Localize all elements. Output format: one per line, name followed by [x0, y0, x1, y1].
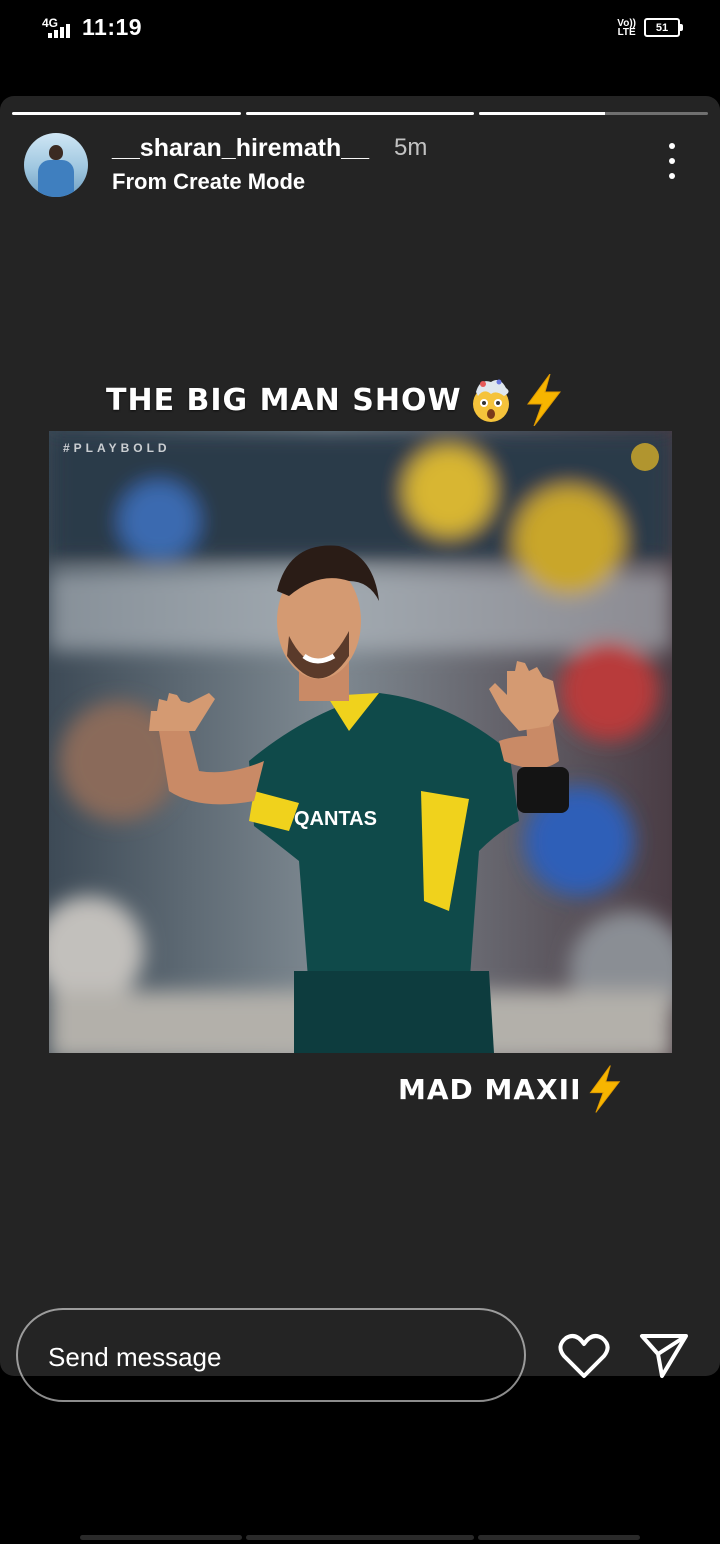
progress-segment	[479, 112, 709, 115]
cricketer-photo: QANTAS	[49, 431, 672, 1053]
story-progress	[12, 112, 709, 115]
caption-text: MAD MAXII	[398, 1072, 582, 1106]
signal-icon: 4G	[42, 15, 76, 41]
status-left: 4G 11:19	[42, 14, 142, 41]
send-message-input[interactable]: Send message	[16, 1308, 526, 1402]
high-voltage-emoji	[526, 374, 561, 426]
home-indicator	[478, 1535, 640, 1540]
status-right: Vo)) LTE 51	[617, 17, 683, 38]
more-options-button[interactable]	[662, 143, 682, 179]
avatar[interactable]	[24, 133, 88, 197]
jersey-sponsor-text: QANTAS	[294, 808, 377, 830]
caption-sticker: MAD MAXII	[398, 1064, 623, 1114]
headline-sticker: THE BIG MAN SHOW	[106, 372, 564, 428]
progress-segment	[245, 112, 475, 115]
high-voltage-emoji	[590, 1065, 621, 1113]
status-bar: 4G 11:19 Vo)) LTE 51	[0, 0, 720, 58]
battery-level: 51	[655, 21, 669, 34]
story-header: __sharan_hiremath__ 5m From Create Mode	[24, 133, 696, 199]
screen: 4G 11:19 Vo)) LTE 51 __sharan_hiremath__…	[0, 0, 720, 1544]
more-vertical-icon	[669, 143, 675, 149]
heart-icon[interactable]	[558, 1332, 610, 1380]
story-subtitle[interactable]: From Create Mode	[112, 168, 305, 196]
exploding-head-emoji	[472, 379, 509, 422]
status-time: 11:19	[82, 14, 143, 40]
photo-hashtag: #PLAYBOLD	[63, 441, 171, 455]
story-card[interactable]: __sharan_hiremath__ 5m From Create Mode …	[0, 96, 720, 1376]
username[interactable]: __sharan_hiremath__	[112, 133, 369, 163]
battery-icon: 51	[644, 18, 683, 37]
home-indicator	[80, 1535, 242, 1540]
volte-icon: Vo)) LTE	[617, 17, 636, 38]
headline-text: THE BIG MAN SHOW	[106, 382, 462, 418]
progress-segment	[12, 112, 241, 115]
story-photo: QANTAS #PLAYBOLD	[49, 431, 672, 1053]
send-message-placeholder: Send message	[48, 1342, 222, 1372]
send-icon[interactable]	[638, 1330, 690, 1380]
post-time: 5m	[394, 134, 428, 161]
home-indicator	[246, 1535, 474, 1540]
